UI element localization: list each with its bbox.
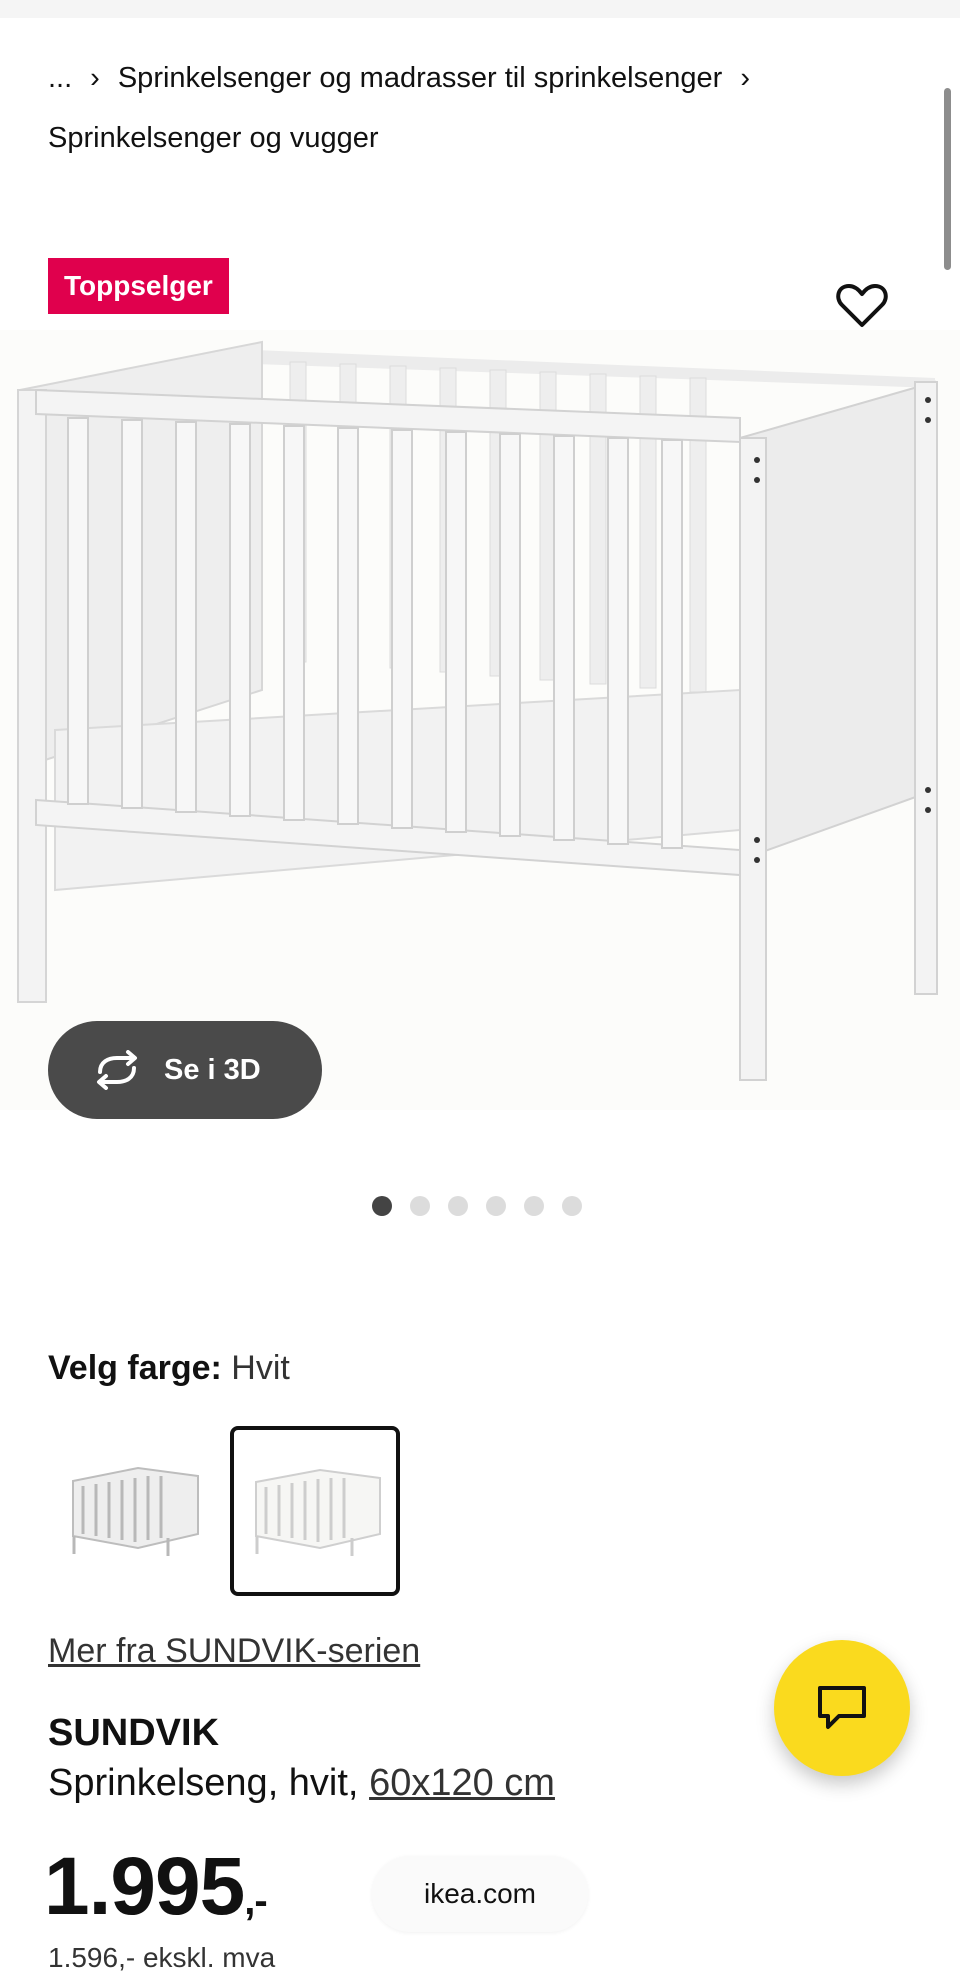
price-suffix: ,- [244, 1879, 267, 1923]
breadcrumb-category[interactable]: Sprinkelsenger og madrasser til sprinkel… [118, 62, 722, 94]
browser-top-strip [0, 0, 960, 18]
product-type: Sprinkelseng, hvit, [48, 1762, 359, 1804]
view-in-3d-button[interactable]: Se i 3D [48, 1021, 322, 1119]
price-excl-vat: 1.596,- ekskl. mva [48, 1942, 276, 1973]
breadcrumb-current[interactable]: Sprinkelsenger og vugger [48, 122, 378, 154]
chevron-right-icon: › [740, 62, 750, 94]
carousel-dot[interactable] [524, 1196, 544, 1216]
product-image[interactable] [0, 330, 960, 1110]
series-link[interactable]: Mer fra SUNDVIK-serien [48, 1632, 420, 1671]
carousel-dot[interactable] [562, 1196, 582, 1216]
topseller-badge: Toppselger [48, 258, 229, 314]
breadcrumb: ... › Sprinkelsenger og madrasser til spri… [48, 48, 908, 168]
carousel-dot[interactable] [448, 1196, 468, 1216]
product-price: 1.995,- [44, 1840, 268, 1934]
view-in-3d-label: Se i 3D [164, 1053, 261, 1086]
carousel-dot[interactable] [372, 1196, 392, 1216]
price-main: 1.995 [44, 1841, 245, 1932]
scrollbar[interactable] [944, 88, 951, 270]
product-description: Sprinkelseng, hvit, 60x120 cm [48, 1762, 555, 1805]
swatch-thumbnail [255, 1468, 381, 1556]
color-value: Hvit [231, 1349, 290, 1387]
rotate-arrows-icon [97, 1050, 137, 1090]
breadcrumb-ellipsis[interactable]: ... [48, 62, 72, 94]
carousel-dot[interactable] [410, 1196, 430, 1216]
product-size-link[interactable]: 60x120 cm [369, 1762, 555, 1804]
swatch-thumbnail [72, 1466, 199, 1556]
color-swatch-grey[interactable] [48, 1426, 214, 1592]
carousel-indicator [372, 1196, 582, 1216]
product-name: SUNDVIK [48, 1712, 220, 1754]
color-label: Velg farge: [48, 1349, 222, 1387]
chat-button[interactable] [774, 1640, 910, 1776]
chevron-right-icon: › [90, 62, 100, 94]
color-swatch-white[interactable] [230, 1426, 400, 1596]
chat-bubble-icon [818, 1686, 866, 1729]
browser-url-pill[interactable]: ikea.com [372, 1856, 588, 1932]
color-selector-label: Velg farge: Hvit [48, 1340, 290, 1396]
carousel-dot[interactable] [486, 1196, 506, 1216]
heart-outline-icon[interactable] [836, 282, 888, 328]
